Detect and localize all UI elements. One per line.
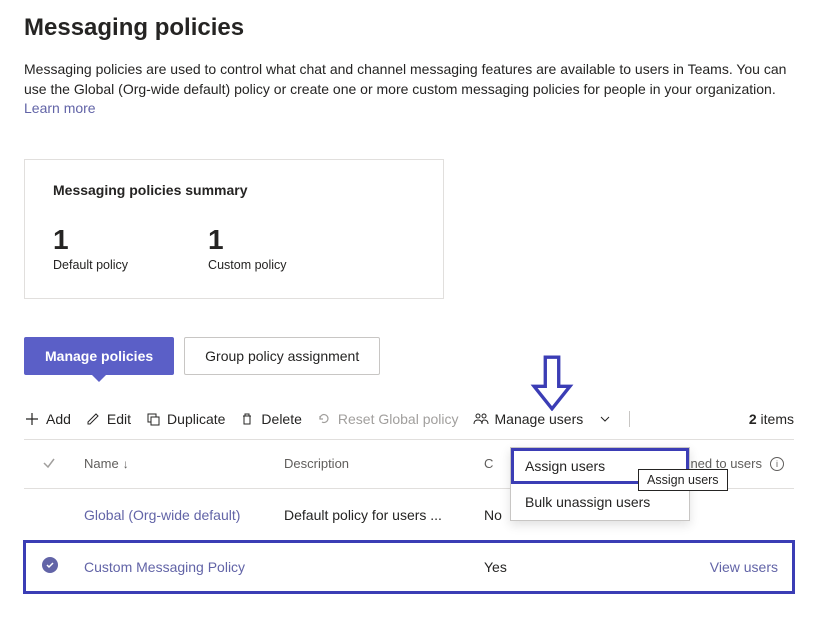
header-checkmark-icon[interactable]: [42, 456, 58, 472]
toolbar-divider: [629, 411, 630, 427]
chevron-down-icon: [597, 411, 613, 427]
summary-card: Messaging policies summary 1 Default pol…: [24, 159, 444, 299]
page-title: Messaging policies: [24, 14, 797, 42]
edit-button[interactable]: Edit: [85, 411, 131, 427]
summary-custom: 1 Custom policy: [208, 226, 287, 272]
assign-users-tooltip: Assign users: [638, 469, 728, 491]
reset-global-policy-button: Reset Global policy: [316, 411, 459, 427]
row-checkbox[interactable]: [42, 505, 62, 525]
policy-description: Default policy for users ...: [284, 507, 484, 523]
tab-group-policy-assignment[interactable]: Group policy assignment: [184, 337, 380, 375]
view-users-link[interactable]: View users: [604, 559, 794, 575]
add-button[interactable]: Add: [24, 411, 71, 427]
people-icon: [473, 411, 489, 427]
page-description: Messaging policies are used to control w…: [24, 60, 794, 119]
checkmark-filled-icon: [42, 557, 58, 573]
reset-icon: [316, 411, 332, 427]
row-checkbox[interactable]: [42, 557, 62, 577]
manage-users-button[interactable]: Manage users: [473, 411, 614, 427]
col-name[interactable]: Name ↓: [84, 456, 284, 471]
trash-icon: [239, 411, 255, 427]
delete-button[interactable]: Delete: [239, 411, 301, 427]
items-count: 2 items: [749, 411, 794, 427]
tab-row: Manage policies Group policy assignment: [24, 337, 797, 375]
col-description[interactable]: Description: [284, 456, 484, 471]
copy-icon: [145, 411, 161, 427]
sort-desc-icon: ↓: [123, 457, 129, 471]
learn-more-link[interactable]: Learn more: [24, 100, 96, 116]
summary-default: 1 Default policy: [53, 226, 128, 272]
policy-name-link[interactable]: Custom Messaging Policy: [84, 559, 284, 575]
pencil-icon: [85, 411, 101, 427]
info-icon[interactable]: i: [770, 457, 784, 471]
plus-icon: [24, 411, 40, 427]
tab-manage-policies[interactable]: Manage policies: [24, 337, 174, 375]
toolbar: Add Edit Duplicate Delete Reset Global p: [24, 411, 794, 440]
policy-name-link[interactable]: Global (Org-wide default): [84, 507, 284, 523]
summary-title: Messaging policies summary: [53, 182, 415, 198]
table-row[interactable]: Custom Messaging Policy Yes View users: [24, 541, 794, 593]
duplicate-button[interactable]: Duplicate: [145, 411, 225, 427]
policy-custom: Yes: [484, 559, 604, 575]
